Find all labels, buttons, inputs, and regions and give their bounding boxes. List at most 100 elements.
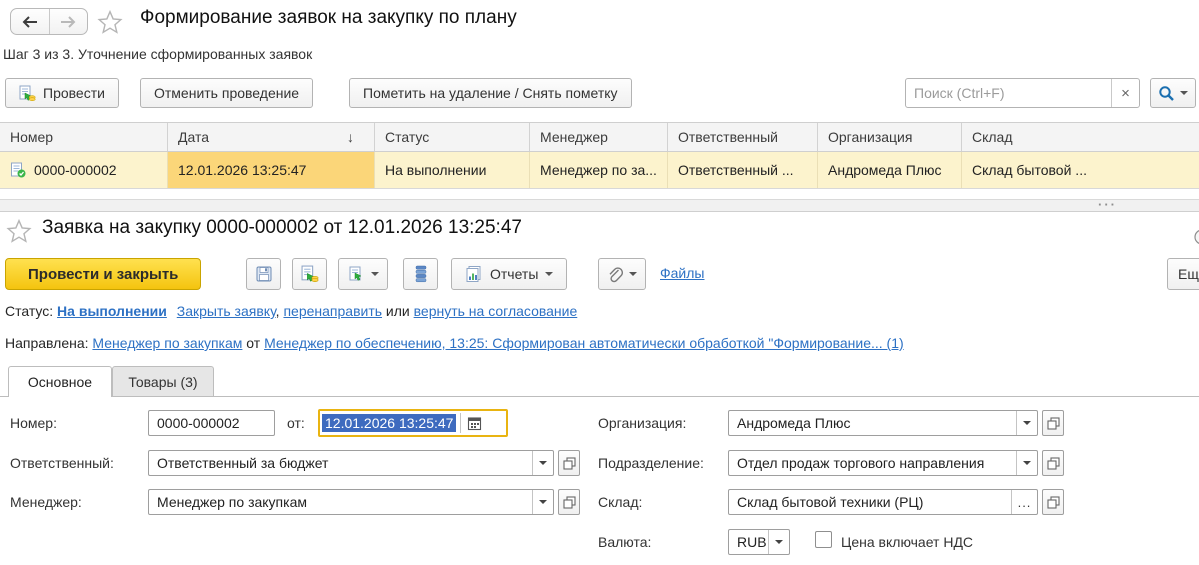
clear-icon: ×	[1121, 85, 1130, 102]
mark-deletion-label: Пометить на удаление / Снять пометку	[363, 85, 618, 101]
organization-open-button[interactable]	[1042, 410, 1064, 436]
create-based-on-button[interactable]	[338, 258, 388, 290]
cell-responsible[interactable]: Ответственный ...	[668, 152, 818, 188]
truncated-edge-icon	[1189, 227, 1199, 247]
application-window: Формирование заявок на закупку по плану …	[0, 0, 1199, 565]
column-header-manager[interactable]: Менеджер	[530, 123, 668, 151]
documents-table: Номер Дата↓ Статус Менеджер Ответственны…	[0, 122, 1199, 189]
comma-text: ,	[276, 303, 280, 319]
search-input[interactable]	[906, 79, 1111, 107]
column-header-organization[interactable]: Организация	[818, 123, 962, 151]
calendar-icon	[467, 416, 482, 431]
doc-favorite-star-icon[interactable]	[6, 218, 32, 244]
routed-label: Направлена:	[5, 335, 89, 351]
warehouse-label: Склад:	[598, 494, 642, 510]
cell-organization[interactable]: Андромеда Плюс	[818, 152, 962, 188]
number-field[interactable]: 0000-000002	[148, 410, 275, 436]
attachments-button[interactable]	[598, 258, 646, 290]
status-line: Статус: На выполнении Закрыть заявку, пе…	[5, 303, 577, 319]
tab-main[interactable]: Основное	[8, 366, 112, 397]
cell-manager[interactable]: Менеджер по за...	[530, 152, 668, 188]
open-icon	[1047, 417, 1060, 430]
dropdown-caret-icon	[539, 461, 547, 465]
mark-deletion-button[interactable]: Пометить на удаление / Снять пометку	[349, 78, 632, 108]
vat-included-checkbox[interactable]	[815, 531, 832, 548]
cell-warehouse[interactable]: Склад бытовой ...	[962, 152, 1199, 188]
column-header-warehouse[interactable]: Склад	[962, 123, 1199, 151]
number-label: Номер:	[10, 415, 57, 431]
doc-post-icon	[301, 265, 319, 283]
search-box: ×	[905, 78, 1140, 108]
organization-field[interactable]: Андромеда Плюс	[728, 410, 1038, 436]
redirect-link[interactable]: перенаправить	[283, 303, 382, 319]
routed-from-link[interactable]: Менеджер по обеспечению, 13:25: Сформиро…	[264, 335, 904, 351]
favorite-star-icon[interactable]	[97, 9, 123, 35]
return-approval-link[interactable]: вернуть на согласование	[414, 303, 578, 319]
search-clear-button[interactable]: ×	[1111, 79, 1139, 107]
more-button-label: Ещ	[1178, 266, 1199, 282]
register-records-icon	[414, 265, 428, 283]
post-button[interactable]: Провести	[5, 78, 119, 108]
cell-number[interactable]: 0000-000002	[0, 152, 168, 188]
create-based-on-caret	[371, 272, 379, 276]
warehouse-field[interactable]: Склад бытовой техники (РЦ) ...	[728, 489, 1038, 515]
doc-post-button[interactable]	[292, 258, 327, 290]
responsible-field[interactable]: Ответственный за бюджет	[148, 450, 554, 476]
column-header-status[interactable]: Статус	[375, 123, 530, 151]
forward-button[interactable]	[50, 9, 88, 34]
status-label: Статус:	[5, 303, 53, 319]
column-header-date[interactable]: Дата↓	[168, 123, 375, 151]
cell-status[interactable]: На выполнении	[375, 152, 530, 188]
routed-line: Направлена: Менеджер по закупкам от Мене…	[5, 335, 904, 351]
reports-button[interactable]: Отчеты	[451, 258, 567, 290]
department-dropdown-button[interactable]	[1016, 451, 1037, 475]
register-records-button[interactable]	[403, 258, 438, 290]
routed-to-link[interactable]: Менеджер по закупкам	[92, 335, 242, 351]
status-value-link[interactable]: На выполнении	[57, 303, 167, 319]
tab-main-label: Основное	[28, 374, 92, 390]
table-row[interactable]: 0000-000002 12.01.2026 13:25:47 На выпол…	[0, 152, 1199, 189]
post-and-close-button[interactable]: Провести и закрыть	[5, 258, 201, 290]
splitter-grip-icon[interactable]: ···	[1098, 197, 1117, 212]
organization-label: Организация:	[598, 415, 686, 431]
more-button[interactable]: Ещ	[1167, 258, 1199, 290]
currency-field[interactable]: RUB	[728, 529, 790, 555]
responsible-dropdown-button[interactable]	[532, 451, 553, 475]
column-header-number[interactable]: Номер	[0, 123, 168, 151]
page-title: Формирование заявок на закупку по плану	[140, 7, 517, 29]
back-button[interactable]	[11, 9, 50, 34]
warehouse-open-button[interactable]	[1042, 489, 1064, 515]
open-icon	[1047, 496, 1060, 509]
close-request-link[interactable]: Закрыть заявку	[177, 303, 276, 319]
currency-dropdown-button[interactable]	[768, 530, 789, 554]
undo-post-label: Отменить проведение	[154, 85, 299, 101]
ellipsis-icon: ...	[1018, 495, 1032, 510]
manager-dropdown-button[interactable]	[532, 490, 553, 514]
reports-caret	[545, 272, 553, 276]
responsible-open-button[interactable]	[558, 450, 580, 476]
undo-post-button[interactable]: Отменить проведение	[140, 78, 313, 108]
tab-goods[interactable]: Товары (3)	[112, 366, 214, 397]
manager-field[interactable]: Менеджер по закупкам	[148, 489, 554, 515]
column-header-responsible[interactable]: Ответственный	[668, 123, 818, 151]
reports-label: Отчеты	[490, 266, 538, 282]
paperclip-icon	[607, 266, 623, 283]
post-icon	[19, 85, 36, 102]
files-link[interactable]: Файлы	[660, 265, 704, 281]
cell-date-selected[interactable]: 12.01.2026 13:25:47	[168, 152, 375, 188]
manager-label: Менеджер:	[10, 494, 82, 510]
panel-splitter[interactable]: ···	[0, 199, 1199, 212]
search-button[interactable]	[1150, 78, 1196, 108]
organization-dropdown-button[interactable]	[1016, 411, 1037, 435]
sort-descending-icon: ↓	[347, 129, 354, 145]
or-text: или	[386, 303, 410, 319]
date-field-focused[interactable]: 12.01.2026 13:25:47	[318, 409, 508, 437]
department-field[interactable]: Отдел продаж торгового направления	[728, 450, 1038, 476]
date-selected-text: 12.01.2026 13:25:47	[322, 414, 456, 432]
warehouse-choose-button[interactable]: ...	[1011, 490, 1037, 514]
save-button[interactable]	[246, 258, 281, 290]
calendar-button[interactable]	[461, 411, 487, 435]
date-prefix-label: от:	[287, 415, 305, 431]
department-open-button[interactable]	[1042, 450, 1064, 476]
manager-open-button[interactable]	[558, 489, 580, 515]
